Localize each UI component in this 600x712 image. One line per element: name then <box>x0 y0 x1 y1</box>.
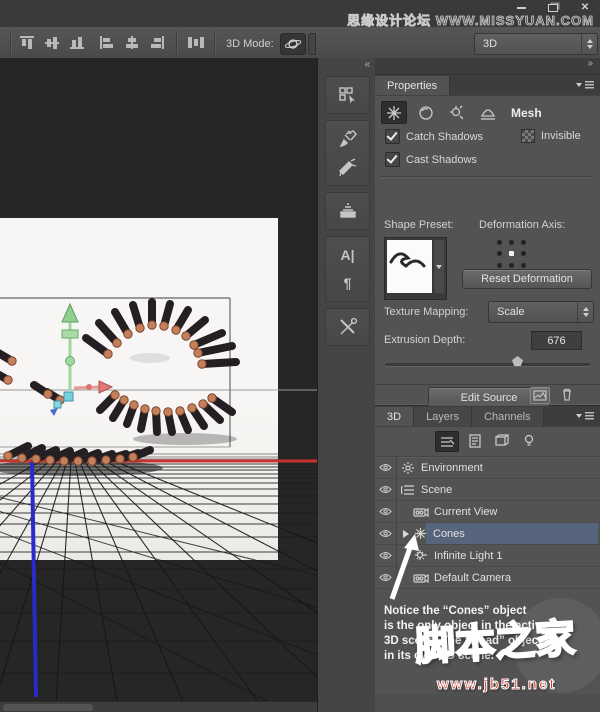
visibility-toggle[interactable] <box>375 545 397 566</box>
filter-whole-scene-icon[interactable] <box>435 431 459 452</box>
render-icon[interactable] <box>530 387 550 404</box>
paragraph-panel-icon[interactable]: ¶ <box>326 269 369 297</box>
photoshop-window: ✕ 思缘设计论坛 WWW.MISSYUAN.COM 3D Mode: 3D « <box>0 0 600 712</box>
stepper-arrows-icon <box>577 302 593 322</box>
3d-scene-overlay <box>0 58 317 712</box>
camera-icon <box>412 507 430 517</box>
distribute-icon[interactable] <box>186 35 204 50</box>
item-label: Current View <box>434 506 497 518</box>
reset-deformation-button[interactable]: Reset Deformation <box>462 269 592 289</box>
collapsed-panel-dock: « A| ¶ <box>318 58 376 712</box>
properties-tab-bar: Properties <box>375 75 600 96</box>
item-label: Cones <box>433 528 465 540</box>
canvas-area[interactable] <box>0 58 318 712</box>
brush-panel-icon[interactable] <box>326 125 369 153</box>
extrusion-depth-slider[interactable] <box>385 363 590 366</box>
tab-layers[interactable]: Layers <box>414 407 472 426</box>
mesh-icon <box>411 527 429 540</box>
character-panel-icon[interactable]: A| <box>326 241 369 269</box>
lights-properties-icon[interactable] <box>445 102 469 123</box>
mesh-properties-icon[interactable] <box>381 101 407 124</box>
stepper-arrows-icon <box>581 34 597 54</box>
cast-shadows-checkbox[interactable] <box>385 152 400 167</box>
actions-panel-icon[interactable] <box>326 81 369 109</box>
shape-preset-thumbnail <box>387 240 432 293</box>
filter-meshes-icon[interactable] <box>464 431 486 450</box>
environment-icon <box>399 461 417 475</box>
pan-3d-tool-button-partial[interactable] <box>308 33 316 55</box>
extrusion-depth-field[interactable]: 676 <box>531 331 582 350</box>
filter-lights-icon[interactable] <box>518 431 540 450</box>
item-label: Scene <box>421 484 452 496</box>
list-item-infinite-light[interactable]: Infinite Light 1 <box>375 545 600 567</box>
texture-mapping-select[interactable]: Scale <box>488 301 594 323</box>
visibility-toggle[interactable] <box>375 479 397 500</box>
deformation-axis-widget[interactable] <box>493 237 529 271</box>
slider-handle[interactable] <box>512 356 523 366</box>
camera-icon <box>412 573 430 583</box>
align-right-icon[interactable] <box>148 35 166 50</box>
3d-scene-list: Environment Scene Current View <box>375 457 600 589</box>
visibility-toggle[interactable] <box>375 501 397 522</box>
collapse-dock-chevron[interactable]: « <box>318 58 375 74</box>
list-item-cones[interactable]: Cones <box>375 523 600 545</box>
horizontal-scrollbar[interactable] <box>0 701 317 712</box>
visibility-toggle[interactable] <box>375 567 397 588</box>
orbit-3d-tool-button[interactable] <box>280 33 306 55</box>
panel-menu-icon[interactable] <box>576 410 594 422</box>
list-item-default-camera[interactable]: Default Camera <box>375 567 600 589</box>
visibility-toggle[interactable] <box>375 523 397 544</box>
orbit-icon <box>284 37 302 51</box>
align-bottom-icon[interactable] <box>68 35 86 50</box>
filter-materials-icon[interactable] <box>491 431 513 450</box>
tab-properties[interactable]: Properties <box>375 76 450 95</box>
title-bar: ✕ 思缘设计论坛 WWW.MISSYUAN.COM <box>0 0 600 28</box>
properties-footer <box>375 384 600 405</box>
invisible-label: Invisible <box>541 130 581 142</box>
item-label: Infinite Light 1 <box>434 550 503 562</box>
mode-label: 3D Mode: <box>226 38 274 50</box>
align-horizontal-centers-icon[interactable] <box>123 35 141 50</box>
list-item-current-view[interactable]: Current View <box>375 501 600 523</box>
item-label: Environment <box>421 462 483 474</box>
cast-shadows-label: Cast Shadows <box>406 154 477 166</box>
align-left-icon[interactable] <box>98 35 116 50</box>
delete-icon[interactable] <box>558 387 576 402</box>
align-vertical-centers-icon[interactable] <box>43 35 61 50</box>
item-label: Default Camera <box>434 572 511 584</box>
shape-preset-picker[interactable] <box>384 237 447 300</box>
tool-presets-panel-icon[interactable] <box>326 313 369 341</box>
watermark-site-url: www.jb51.net <box>437 676 556 693</box>
invisible-checkbox[interactable] <box>521 129 535 143</box>
extrusion-depth-label: Extrusion Depth: <box>384 334 465 346</box>
list-item-scene[interactable]: Scene <box>375 479 600 501</box>
workspace-select[interactable]: 3D <box>474 33 598 55</box>
3d-panel-tab-bar: 3D Layers Channels <box>375 406 600 427</box>
materials-properties-icon[interactable] <box>414 102 438 123</box>
catch-shadows-label: Catch Shadows <box>406 131 483 143</box>
brush-presets-panel-icon[interactable] <box>326 153 369 181</box>
catch-shadows-checkbox[interactable] <box>385 129 400 144</box>
texture-mapping-label: Texture Mapping: <box>384 306 468 318</box>
properties-panel-body: Mesh Catch Shadows Invisible Cast Shadow… <box>375 96 600 406</box>
watermark-site-name: 脚本之家 <box>414 606 577 672</box>
shape-preset-label: Shape Preset: <box>384 219 454 231</box>
scene-icon <box>399 484 417 496</box>
panel-menu-icon[interactable] <box>576 79 594 91</box>
cap-properties-icon[interactable] <box>476 102 500 123</box>
tab-channels[interactable]: Channels <box>472 407 543 426</box>
object-type-label: Mesh <box>511 106 542 120</box>
visibility-toggle[interactable] <box>375 457 397 478</box>
infinite-light-icon <box>412 549 430 562</box>
tab-3d[interactable]: 3D <box>375 407 414 426</box>
list-item-environment[interactable]: Environment <box>375 457 600 479</box>
expand-dock-chevron[interactable]: » <box>375 58 600 75</box>
options-bar: 3D Mode: 3D <box>0 27 600 59</box>
shape-preset-dropdown-arrow[interactable] <box>433 240 444 293</box>
styles-panel-icon[interactable] <box>326 197 369 225</box>
panel-column: » Properties Mesh Catch Shadows <box>375 58 600 712</box>
align-top-icon[interactable] <box>18 35 36 50</box>
expand-triangle-icon[interactable] <box>403 530 409 538</box>
deformation-axis-label: Deformation Axis: <box>479 219 565 231</box>
